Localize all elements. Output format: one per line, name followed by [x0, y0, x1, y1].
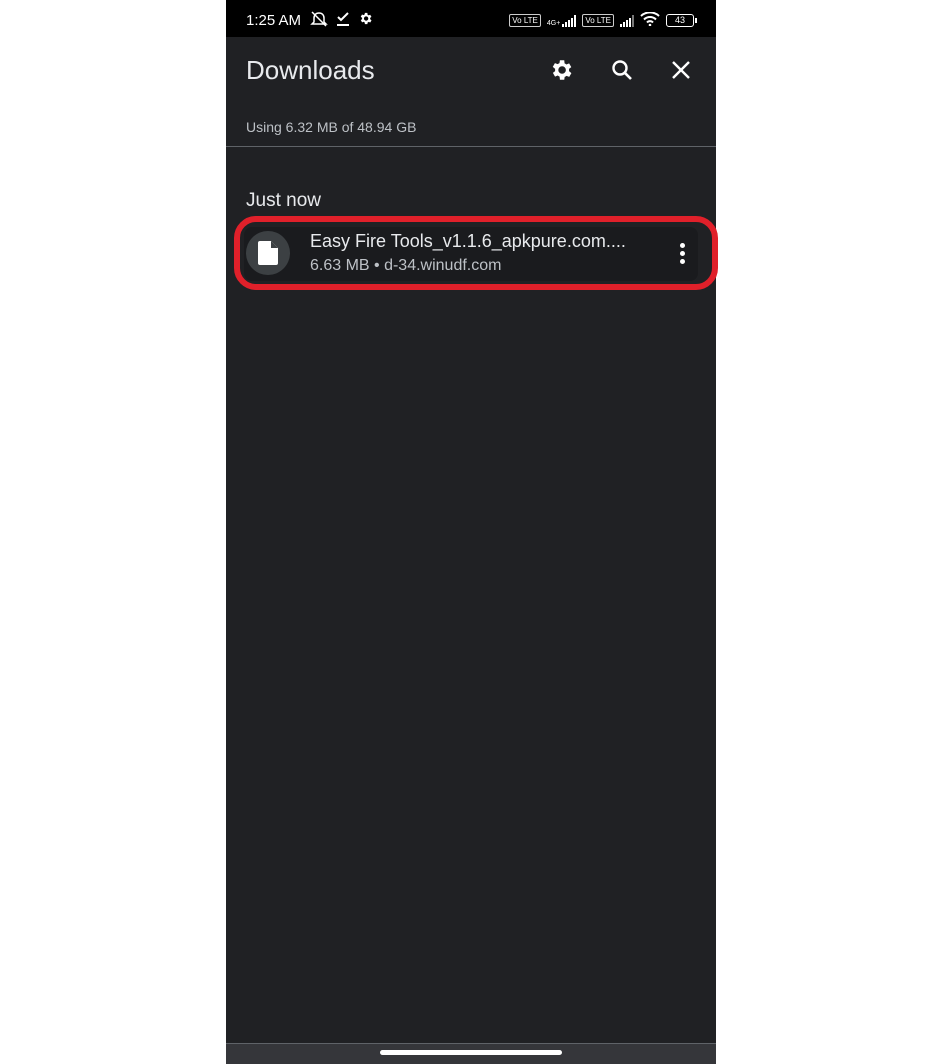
mute-notifications-icon	[310, 11, 328, 30]
close-icon	[670, 59, 692, 86]
status-right-icons: Vo LTE 4G+ Vo LTE 43	[509, 11, 697, 29]
battery-icon: 43	[666, 14, 697, 27]
phone-screen: 1:25 AM Vo LTE 4G+ Vo LTE 43 Downloads U…	[226, 0, 718, 1064]
header-divider	[226, 146, 716, 147]
wifi-icon	[640, 11, 660, 29]
home-gesture-handle[interactable]	[380, 1050, 562, 1055]
more-options-button[interactable]	[672, 237, 692, 269]
file-icon	[246, 231, 290, 275]
network-type-label: 4G+	[546, 19, 561, 27]
signal-icon-2	[620, 14, 634, 27]
signal-icon-1: 4G+	[546, 14, 577, 27]
settings-button[interactable]	[545, 56, 577, 88]
file-meta: 6.63 MB • d-34.winudf.com	[310, 257, 502, 274]
storage-usage: Using 6.32 MB of 48.94 GB	[246, 119, 417, 135]
status-time: 1:25 AM	[246, 12, 302, 29]
settings-icon	[358, 11, 373, 29]
status-bar: 1:25 AM Vo LTE 4G+ Vo LTE 43	[226, 0, 716, 37]
gear-icon	[548, 57, 574, 88]
volte-icon: Vo LTE	[509, 14, 541, 27]
close-button[interactable]	[665, 56, 697, 88]
file-name[interactable]: Easy Fire Tools_v1.1.6_apkpure.com....	[310, 231, 626, 252]
page-title: Downloads	[246, 55, 375, 85]
more-vert-icon	[679, 242, 685, 248]
download-done-icon	[336, 11, 350, 30]
section-header: Just now	[246, 190, 321, 211]
navigation-bar	[226, 1043, 716, 1064]
search-button[interactable]	[606, 56, 638, 88]
search-icon	[610, 58, 634, 87]
volte-icon-2: Vo LTE	[582, 14, 614, 27]
download-item[interactable]: Easy Fire Tools_v1.1.6_apkpure.com.... 6…	[244, 227, 698, 281]
